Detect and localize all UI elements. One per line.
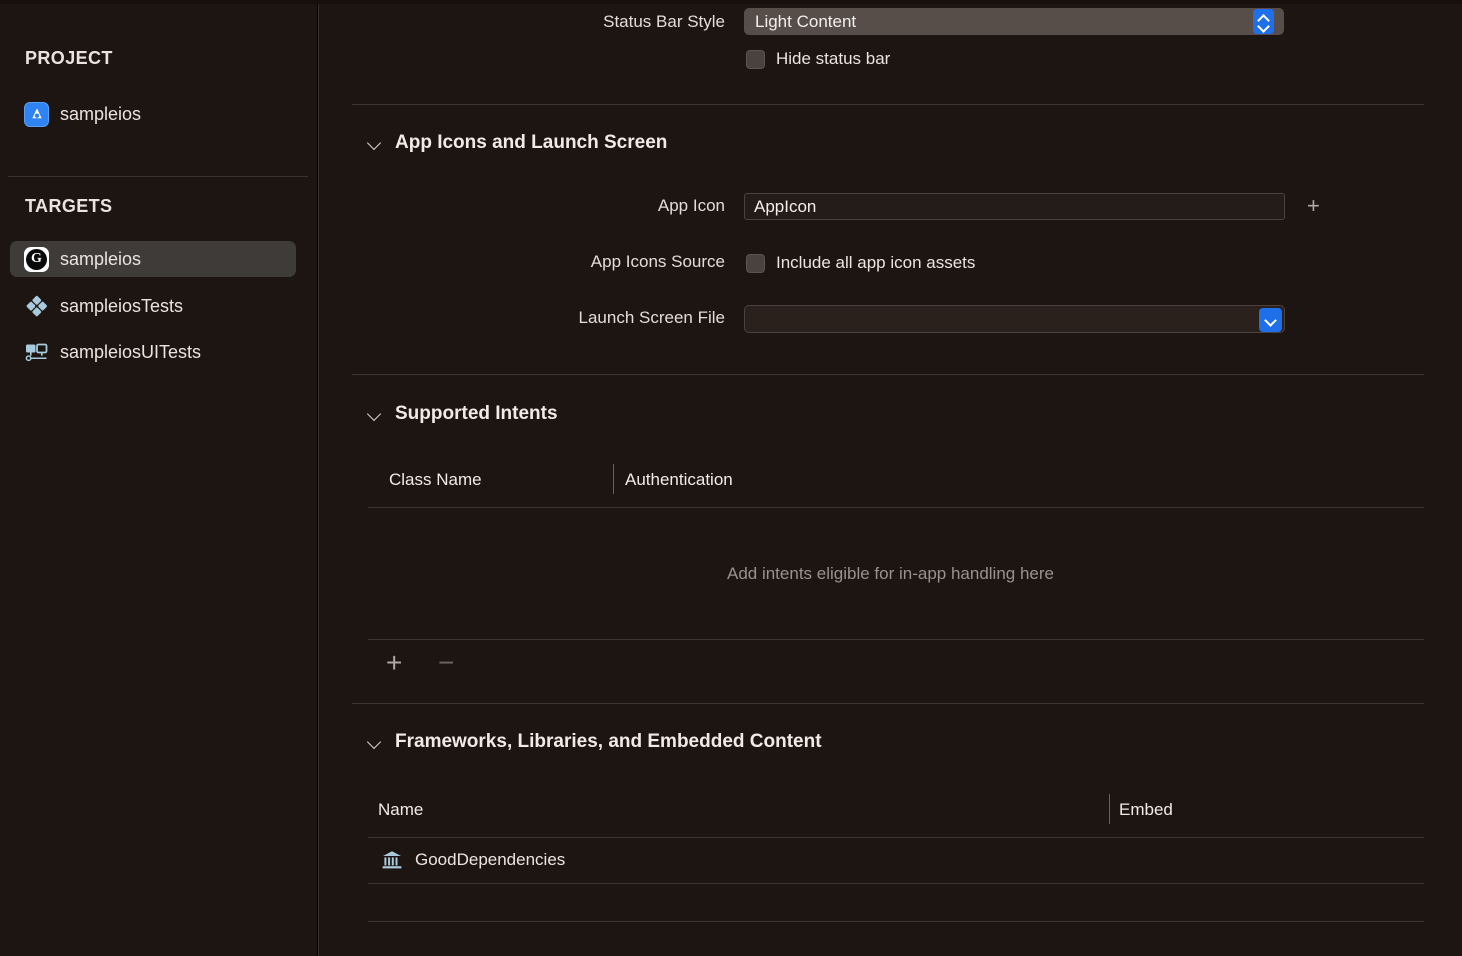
xcode-target-editor-window: PROJECT sampleios TARGETS G sampleios sa…	[0, 0, 1462, 956]
frameworks-section-header[interactable]: Frameworks, Libraries, and Embedded Cont…	[368, 731, 822, 753]
sidebar-project-label: sampleios	[60, 103, 142, 124]
intents-column-authentication[interactable]: Authentication	[625, 470, 733, 490]
ui-test-target-icon	[24, 340, 49, 365]
unit-test-target-icon	[24, 294, 49, 319]
target-settings-main-pane: Status Bar Style Light Content Hide stat…	[319, 4, 1462, 956]
frameworks-column-embed[interactable]: Embed	[1119, 800, 1173, 820]
frameworks-header-rule	[368, 837, 1424, 838]
app-icon-field[interactable]: AppIcon	[744, 193, 1285, 220]
frameworks-column-name[interactable]: Name	[378, 800, 423, 820]
xcode-project-icon	[24, 101, 49, 127]
section-divider-3	[352, 703, 1424, 704]
section-divider-2	[352, 374, 1424, 375]
sidebar-item-target-sampleiosUITests[interactable]: sampleiosUITests	[10, 334, 296, 370]
launch-screen-file-combo[interactable]	[744, 305, 1285, 333]
include-all-app-icons-checkbox-row[interactable]: Include all app icon assets	[746, 253, 975, 273]
hide-status-bar-checkbox-row[interactable]: Hide status bar	[746, 49, 890, 69]
app-icons-source-label: App Icons Source	[590, 252, 725, 271]
sidebar-divider	[8, 176, 308, 177]
status-bar-style-popup[interactable]: Light Content	[744, 8, 1284, 35]
sidebar-target-label-0: sampleios	[60, 248, 142, 269]
sidebar-targets-header: TARGETS	[25, 196, 113, 216]
app-icons-section-title: App Icons and Launch Screen	[395, 132, 668, 153]
intents-header-rule	[368, 507, 1424, 508]
remove-intent-button[interactable]: −	[438, 649, 454, 677]
frameworks-footer-rule	[368, 921, 1424, 922]
chevron-down-icon[interactable]	[368, 408, 381, 421]
launch-screen-file-label: Launch Screen File	[578, 308, 725, 327]
frameworks-column-separator[interactable]	[1109, 794, 1110, 824]
sidebar-target-label-1: sampleiosTests	[60, 295, 184, 316]
add-app-icon-button[interactable]: +	[1307, 195, 1320, 217]
frameworks-section-title: Frameworks, Libraries, and Embedded Cont…	[395, 731, 822, 752]
section-divider-1	[352, 104, 1424, 105]
chevron-down-icon[interactable]	[368, 137, 381, 150]
sidebar-target-label-2: sampleiosUITests	[60, 341, 202, 362]
framework-name: GoodDependencies	[415, 850, 566, 869]
app-icons-section-header[interactable]: App Icons and Launch Screen	[368, 132, 667, 154]
chevron-down-icon	[1258, 23, 1269, 29]
app-icon-label: App Icon	[657, 196, 725, 215]
intents-column-class-name[interactable]: Class Name	[389, 470, 482, 490]
status-bar-style-label: Status Bar Style	[603, 12, 725, 31]
intents-column-separator[interactable]	[613, 464, 614, 494]
supported-intents-section-title: Supported Intents	[395, 403, 558, 424]
sidebar-item-target-sampleios[interactable]: G sampleios	[10, 241, 296, 277]
chevron-down-icon[interactable]	[368, 736, 381, 749]
hide-status-bar-label: Hide status bar	[776, 49, 891, 68]
framework-bank-icon	[381, 849, 403, 871]
app-target-icon: G	[24, 246, 49, 272]
chevron-down-glyph	[1265, 317, 1276, 323]
supported-intents-section-header[interactable]: Supported Intents	[368, 403, 558, 425]
sidebar-item-project-sampleios[interactable]: sampleios	[10, 96, 296, 132]
sidebar-item-target-sampleiosTests[interactable]: sampleiosTests	[10, 288, 296, 324]
hide-status-bar-checkbox[interactable]	[746, 49, 765, 69]
include-all-app-icons-checkbox[interactable]	[746, 253, 765, 273]
intents-footer-rule	[368, 639, 1424, 640]
add-intent-button[interactable]: +	[386, 649, 402, 677]
intents-empty-message: Add intents eligible for in-app handling…	[726, 564, 1054, 583]
chevron-down-icon[interactable]	[1259, 308, 1282, 332]
project-navigator-sidebar: PROJECT sampleios TARGETS G sampleios sa…	[0, 4, 317, 956]
frameworks-row-rule	[368, 883, 1424, 884]
status-bar-style-stepper[interactable]	[1253, 9, 1274, 34]
include-all-app-icons-label: Include all app icon assets	[776, 253, 976, 272]
table-row[interactable]: GoodDependencies	[381, 849, 565, 871]
sidebar-project-header: PROJECT	[25, 48, 113, 68]
